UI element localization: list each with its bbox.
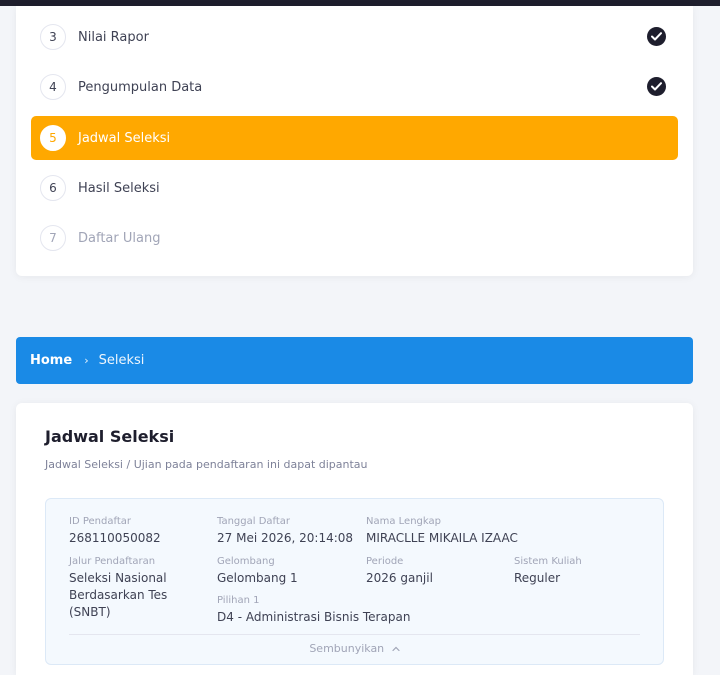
field-periode: Periode 2026 ganjil: [366, 556, 433, 587]
step-number: 3: [40, 24, 66, 50]
chevron-up-icon: [392, 646, 400, 652]
hide-details-toggle[interactable]: Sembunyikan: [46, 642, 663, 655]
field-label: Tanggal Daftar: [217, 516, 291, 527]
check-icon: [647, 77, 666, 96]
field-pilihan-1: Pilihan 1 D4 - Administrasi Bisnis Terap…: [217, 595, 410, 626]
step-label: Hasil Seleksi: [78, 180, 160, 196]
divider: [69, 634, 640, 635]
check-icon: [647, 27, 666, 46]
field-label: Periode: [366, 556, 404, 567]
page-title: Jadwal Seleksi: [45, 427, 175, 446]
page-subtitle: Jadwal Seleksi / Ujian pada pendaftaran …: [45, 458, 368, 471]
field-nama-lengkap: Nama Lengkap MIRACLLE MIKAILA IZAAC: [366, 516, 518, 547]
field-value: Gelombang 1: [217, 571, 298, 585]
field-value: Reguler: [514, 571, 561, 585]
step-jadwal-seleksi[interactable]: 5 Jadwal Seleksi: [31, 116, 678, 160]
step-label: Pengumpulan Data: [78, 79, 203, 95]
step-label: Nilai Rapor: [78, 29, 149, 45]
step-number: 5: [40, 125, 66, 151]
step-hasil-seleksi[interactable]: 6 Hasil Seleksi: [31, 166, 678, 210]
step-number: 7: [40, 225, 66, 251]
breadcrumb: Home › Seleksi: [16, 337, 693, 384]
breadcrumb-home-link[interactable]: Home: [30, 353, 72, 368]
field-tanggal-daftar: Tanggal Daftar 27 Mei 2026, 20:14:08: [217, 516, 353, 547]
field-label: Gelombang: [217, 556, 275, 567]
field-value: 268110050082: [69, 531, 161, 545]
field-id-pendaftar: ID Pendaftar 268110050082: [69, 516, 161, 547]
field-gelombang: Gelombang Gelombang 1: [217, 556, 298, 587]
field-value: D4 - Administrasi Bisnis Terapan: [217, 610, 411, 624]
field-value: Seleksi Nasional Berdasarkan Tes (SNBT): [69, 571, 168, 619]
field-value: 2026 ganjil: [366, 571, 433, 585]
field-value: 27 Mei 2026, 20:14:08: [217, 531, 354, 545]
field-label: Jalur Pendaftaran: [69, 556, 156, 567]
field-label: Pilihan 1: [217, 595, 260, 606]
field-jalur-pendaftaran: Jalur Pendaftaran Seleksi Nasional Berda…: [69, 556, 209, 621]
progress-steps-card: 3 Nilai Rapor 4 Pengumpulan Data 5 Jadwa…: [16, 6, 693, 276]
field-label: ID Pendaftar: [69, 516, 131, 527]
step-number: 4: [40, 74, 66, 100]
step-daftar-ulang: 7 Daftar Ulang: [31, 216, 678, 260]
field-value: MIRACLLE MIKAILA IZAAC: [366, 531, 518, 545]
jadwal-seleksi-card: Jadwal Seleksi Jadwal Seleksi / Ujian pa…: [16, 403, 693, 675]
step-nilai-rapor[interactable]: 3 Nilai Rapor: [31, 15, 678, 59]
step-number: 6: [40, 175, 66, 201]
field-label: Nama Lengkap: [366, 516, 441, 527]
field-sistem-kuliah: Sistem Kuliah Reguler: [514, 556, 582, 587]
toggle-label: Sembunyikan: [309, 642, 385, 655]
field-label: Sistem Kuliah: [514, 556, 582, 567]
registrant-info-box: ID Pendaftar 268110050082 Tanggal Daftar…: [45, 498, 664, 665]
step-label: Jadwal Seleksi: [78, 130, 171, 146]
step-label: Daftar Ulang: [78, 230, 161, 246]
breadcrumb-current: Seleksi: [98, 353, 145, 368]
chevron-right-icon: ›: [84, 354, 89, 367]
step-pengumpulan-data[interactable]: 4 Pengumpulan Data: [31, 65, 678, 109]
